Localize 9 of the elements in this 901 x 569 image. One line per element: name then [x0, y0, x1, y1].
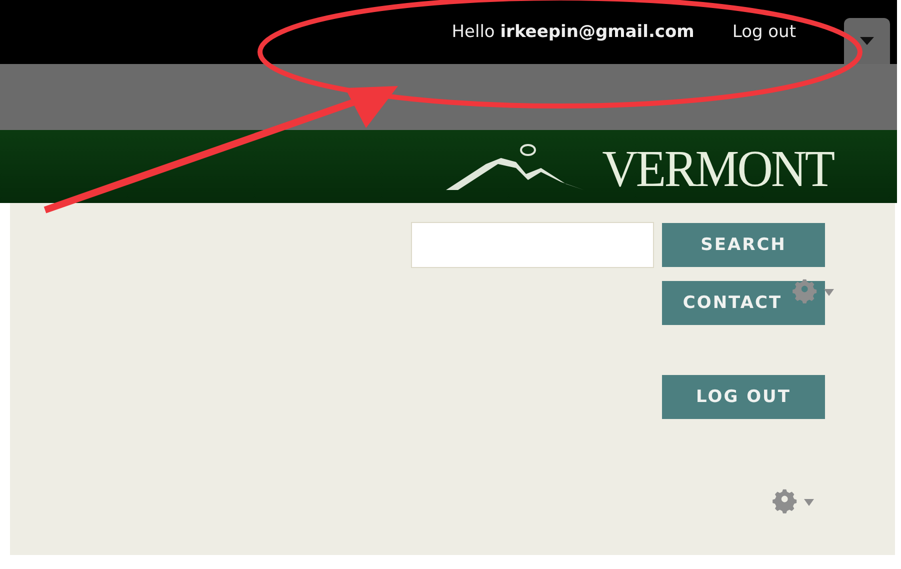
search-button[interactable]: SEARCH [662, 223, 825, 267]
search-field[interactable] [411, 222, 654, 268]
contact-button[interactable]: CONTACT [662, 281, 825, 325]
caret-icon [860, 37, 874, 45]
greeting-text: Hello irkeepin@gmail.com [452, 22, 694, 42]
logout-link[interactable]: Log out [732, 22, 796, 42]
logo-text: VERMONT [602, 140, 833, 199]
dropdown-toggle[interactable] [844, 18, 890, 64]
logout-button[interactable]: LOG OUT [662, 375, 825, 419]
